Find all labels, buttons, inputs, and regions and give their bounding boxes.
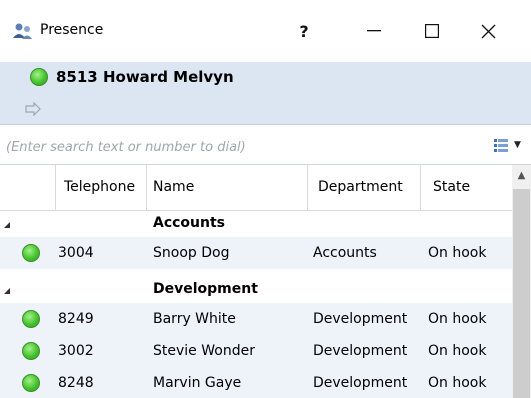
title-bar: Presence ? (0, 0, 531, 62)
grid-header: Telephone Name Department State (0, 165, 512, 211)
current-user-bar: 8513 Howard Melvyn (0, 62, 531, 92)
maximize-button[interactable] (410, 14, 454, 48)
table-row[interactable]: 8248 Marvin Gaye Development On hook (0, 367, 512, 398)
column-header-department[interactable]: Department (308, 165, 421, 210)
minimize-icon (367, 30, 381, 32)
collapse-arrow-icon[interactable] (4, 288, 10, 294)
minimize-button[interactable] (352, 14, 396, 48)
telephone-cell: 3002 (58, 343, 94, 359)
table-row[interactable]: 3002 Stevie Wonder Development On hook (0, 335, 512, 367)
presence-grid: Telephone Name Department State Accounts… (0, 165, 531, 398)
group-row-accounts[interactable]: Accounts (0, 211, 512, 235)
state-cell: On hook (428, 343, 487, 359)
collapse-arrow-icon[interactable] (4, 222, 10, 228)
column-header-indicator (0, 165, 56, 210)
state-cell: On hook (428, 245, 487, 261)
maximize-icon (425, 24, 439, 38)
chevron-down-icon[interactable]: ▼ (514, 140, 521, 150)
close-button[interactable] (466, 14, 510, 48)
name-cell: Stevie Wonder (153, 343, 255, 359)
table-row[interactable]: 3004 Snoop Dog Accounts On hook (0, 237, 512, 269)
app-icon (13, 23, 32, 39)
column-header-state[interactable]: State (421, 165, 512, 210)
window-title: Presence (40, 22, 104, 38)
group-row-development[interactable]: Development (0, 277, 512, 301)
column-header-telephone[interactable]: Telephone (56, 165, 147, 210)
group-label: Development (153, 281, 258, 297)
department-cell: Accounts (313, 245, 377, 261)
department-cell: Development (313, 375, 408, 391)
user-status-icon (30, 68, 48, 86)
department-cell: Development (313, 311, 408, 327)
column-chooser-icon[interactable] (494, 138, 508, 154)
status-on-hook-icon (22, 342, 40, 360)
status-on-hook-icon (22, 244, 40, 262)
scroll-thumb[interactable] (513, 189, 530, 398)
close-icon (481, 24, 495, 38)
help-button[interactable]: ? (282, 14, 326, 48)
name-cell: Snoop Dog (153, 245, 230, 261)
search-input[interactable] (0, 136, 476, 158)
state-cell: On hook (428, 311, 487, 327)
transfer-arrow-icon[interactable] (25, 102, 41, 116)
group-label: Accounts (153, 215, 226, 231)
telephone-cell: 8248 (58, 375, 94, 391)
department-cell: Development (313, 343, 408, 359)
column-header-name[interactable]: Name (147, 165, 308, 210)
status-on-hook-icon (22, 374, 40, 392)
table-row[interactable]: 8249 Barry White Development On hook (0, 303, 512, 335)
scroll-up-icon[interactable]: ▲ (512, 165, 531, 185)
name-cell: Barry White (153, 311, 236, 327)
telephone-cell: 8249 (58, 311, 94, 327)
status-on-hook-icon (22, 310, 40, 328)
state-cell: On hook (428, 375, 487, 391)
search-row: ▼ (0, 136, 531, 160)
current-user-name: 8513 Howard Melvyn (56, 68, 234, 86)
name-cell: Marvin Gaye (153, 375, 242, 391)
telephone-cell: 3004 (58, 245, 94, 261)
toolbar (0, 92, 531, 125)
